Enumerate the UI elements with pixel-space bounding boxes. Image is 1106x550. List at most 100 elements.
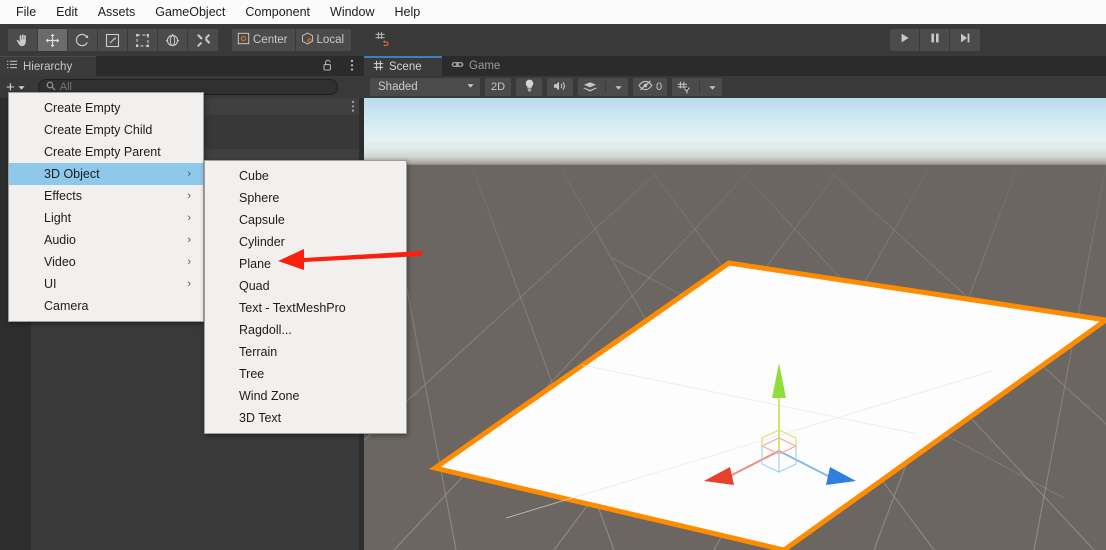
hierarchy-lock-button[interactable] [322,59,334,77]
scene-tab-row: Scene Game [364,56,1106,76]
transform-tool-button[interactable] [158,29,188,51]
menu-item-label: Camera [44,299,89,313]
step-icon [959,31,971,49]
two-d-label: 2D [490,81,506,93]
transform-icon [165,33,180,48]
menu-item-label: Capsule [239,213,285,227]
step-button[interactable] [950,29,980,51]
chevron-right-icon: › [187,212,191,224]
grid-snapping-button[interactable] [367,29,398,51]
transform-tools-group [8,29,218,51]
handle-space-button[interactable]: Local [295,29,352,51]
menu-item-label: 3D Object [44,167,100,181]
wrench-icon [196,33,211,48]
menu-item-label: UI [44,277,57,291]
hidden-objects-count: 0 [656,81,663,93]
plane-object[interactable] [428,257,1106,550]
menu-component[interactable]: Component [235,2,320,22]
lock-open-icon [322,59,334,76]
submenu-item-quad[interactable]: Quad [205,275,406,297]
lightbulb-icon [524,79,535,95]
menu-window[interactable]: Window [320,2,384,22]
play-icon [899,31,911,49]
submenu-item-text-textmeshpro[interactable]: Text - TextMeshPro [205,297,406,319]
tab-hierarchy[interactable]: Hierarchy [0,56,96,76]
scene-audio-button[interactable] [547,78,573,96]
menu-item-label: Audio [44,233,76,247]
menu-help[interactable]: Help [384,2,430,22]
menu-item-create-empty[interactable]: Create Empty [9,97,203,119]
scene-panel: Scene Game Shaded 2D 0 [364,56,1106,550]
tab-game[interactable]: Game [442,56,514,76]
gizmos-button[interactable] [672,78,723,96]
menu-edit[interactable]: Edit [46,2,88,22]
submenu-item-cube[interactable]: Cube [205,165,406,187]
playmode-controls [890,29,980,51]
submenu-item-terrain[interactable]: Terrain [205,341,406,363]
menu-gameobject[interactable]: GameObject [145,2,235,22]
submenu-item-plane[interactable]: Plane [205,253,406,275]
menu-item-effects[interactable]: Effects › [9,185,203,207]
pivot-mode-button[interactable]: Center [232,29,296,51]
menu-item-3d-object[interactable]: 3D Object › [9,163,203,185]
hand-tool-button[interactable] [8,29,38,51]
gizmos-icon[interactable] [672,78,696,96]
hand-icon [15,33,30,48]
hierarchy-icon [6,58,18,76]
scene-tab-label: Scene [389,61,422,73]
effects-icon[interactable] [578,78,602,96]
scene-lighting-button[interactable] [516,78,542,96]
game-tab-label: Game [469,60,501,72]
tab-scene[interactable]: Scene [364,56,442,76]
gizmos-dropdown[interactable] [703,78,722,96]
rect-transform-icon [135,33,150,48]
hierarchy-tab-row: Hierarchy [0,56,364,76]
submenu-item-wind-zone[interactable]: Wind Zone [205,385,406,407]
scene-viewport[interactable] [364,98,1106,550]
submenu-item-sphere[interactable]: Sphere [205,187,406,209]
menu-item-label: Create Empty [44,101,121,115]
submenu-item-capsule[interactable]: Capsule [205,209,406,231]
handle-space-label: Local [316,34,345,46]
chevron-right-icon: › [187,278,191,290]
menu-item-label: Video [44,255,76,269]
menu-item-video[interactable]: Video › [9,251,203,273]
menu-item-create-empty-child[interactable]: Create Empty Child [9,119,203,141]
menu-item-audio[interactable]: Audio › [9,229,203,251]
rotate-tool-button[interactable] [68,29,98,51]
unity-editor-window: File Edit Assets GameObject Component Wi… [0,0,1106,550]
hidden-objects-button[interactable]: 0 [633,78,668,96]
submenu-item-cylinder[interactable]: Cylinder [205,231,406,253]
menu-assets[interactable]: Assets [88,2,146,22]
effects-dropdown[interactable] [609,78,628,96]
custom-tool-button[interactable] [188,29,218,51]
menu-item-camera[interactable]: Camera [9,295,203,317]
move-tool-button[interactable] [38,29,68,51]
scene-fx-button[interactable] [578,78,628,96]
draw-mode-dropdown[interactable]: Shaded [370,78,480,96]
submenu-item-ragdoll[interactable]: Ragdoll... [205,319,406,341]
menu-item-light[interactable]: Light › [9,207,203,229]
submenu-item-tree[interactable]: Tree [205,363,406,385]
pause-button[interactable] [920,29,950,51]
submenu-item-3d-text[interactable]: 3D Text [205,407,406,429]
toggle-2d-button[interactable]: 2D [485,78,511,96]
menu-item-ui[interactable]: UI › [9,273,203,295]
menu-item-label: Text - TextMeshPro [239,301,346,315]
gameobject-context-menu[interactable]: Create Empty Create Empty Child Create E… [8,92,204,322]
scene-view-toolbar: Shaded 2D 0 [364,76,1106,98]
hierarchy-menu-button[interactable] [350,59,354,77]
menu-item-label: Tree [239,367,265,381]
menu-item-label: 3D Text [239,411,282,425]
menu-file[interactable]: File [6,2,46,22]
divider [605,81,606,93]
rect-tool-button[interactable] [128,29,158,51]
menu-item-create-empty-parent[interactable]: Create Empty Parent [9,141,203,163]
menu-item-label: Ragdoll... [239,323,292,337]
kebab-menu-icon[interactable] [351,100,355,113]
scale-tool-button[interactable] [98,29,128,51]
play-button[interactable] [890,29,920,51]
divider [699,81,701,93]
scale-icon [105,33,120,48]
3d-object-submenu[interactable]: Cube Sphere Capsule Cylinder Plane Quad … [204,160,407,434]
